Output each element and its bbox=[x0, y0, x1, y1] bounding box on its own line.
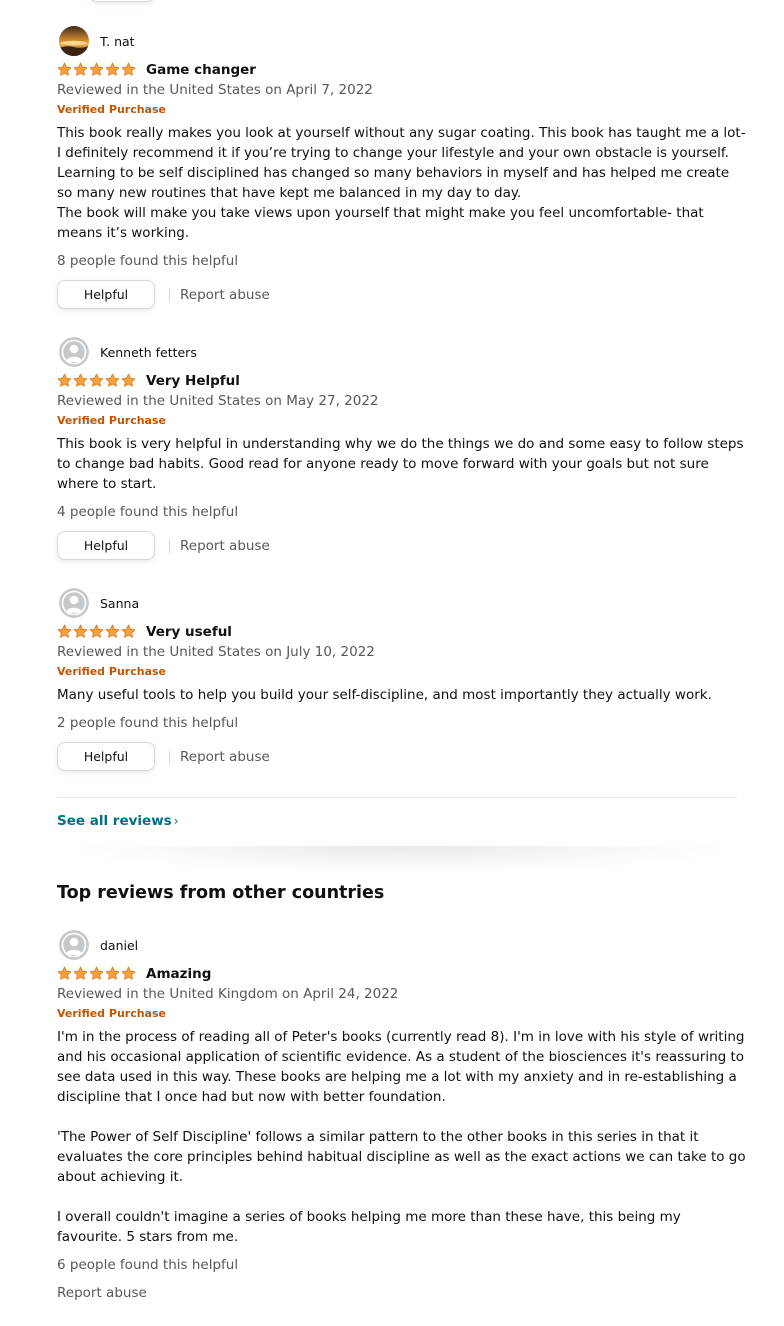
review-date: Reviewed in the United Kingdom on April … bbox=[57, 986, 399, 1002]
other-countries-heading: Top reviews from other countries bbox=[57, 883, 385, 903]
review-card: Sanna Very useful Reviewed in the United… bbox=[57, 586, 747, 772]
section-separator-shadow bbox=[80, 846, 720, 872]
review-card: Kenneth fetters Very Helpful Reviewed in… bbox=[57, 335, 747, 561]
default-avatar-icon bbox=[59, 337, 89, 367]
star-icon bbox=[105, 62, 120, 76]
star-icon bbox=[57, 373, 72, 387]
star-icon bbox=[57, 62, 72, 76]
default-avatar-icon bbox=[59, 588, 89, 618]
star-icon bbox=[89, 624, 104, 638]
helpful-count: 4 people found this helpful bbox=[57, 504, 239, 520]
star-icon bbox=[89, 62, 104, 76]
report-abuse-link[interactable]: Report abuse bbox=[180, 538, 270, 554]
action-divider bbox=[169, 538, 170, 553]
star-icon bbox=[57, 624, 72, 638]
helpful-count: 8 people found this helpful bbox=[57, 253, 239, 269]
review-body: Many useful tools to help you build your… bbox=[57, 687, 712, 703]
helpful-button[interactable]: Helpful bbox=[57, 531, 155, 560]
review-title[interactable]: Amazing bbox=[146, 966, 211, 982]
report-abuse-link[interactable]: Report abuse bbox=[180, 749, 270, 765]
reviewer-profile[interactable]: T. nat bbox=[57, 24, 747, 58]
helpful-button[interactable]: Helpful bbox=[57, 280, 155, 309]
reviewer-name: Sanna bbox=[100, 595, 140, 611]
review-card: daniel Amazing Reviewed in the United Ki… bbox=[57, 928, 747, 1303]
reviewer-profile[interactable]: Sanna bbox=[57, 586, 747, 620]
review-body: This book really makes you look at yours… bbox=[57, 125, 746, 241]
review-date: Reviewed in the United States on May 27,… bbox=[57, 393, 379, 409]
see-all-reviews-label: See all reviews bbox=[57, 813, 172, 829]
star-icon bbox=[121, 62, 136, 76]
review-date: Reviewed in the United States on July 10… bbox=[57, 644, 375, 660]
star-icon bbox=[105, 624, 120, 638]
review-title[interactable]: Game changer bbox=[146, 62, 256, 78]
review-card: T. nat Game changer Reviewed in the Unit… bbox=[57, 24, 747, 310]
default-avatar-icon bbox=[59, 930, 89, 960]
star-rating[interactable] bbox=[57, 966, 138, 982]
star-icon bbox=[105, 966, 120, 980]
previous-helpful-button[interactable] bbox=[89, 0, 155, 2]
star-icon bbox=[89, 373, 104, 387]
star-icon bbox=[121, 624, 136, 638]
reviewer-photo-avatar bbox=[59, 26, 89, 56]
helpful-count: 6 people found this helpful bbox=[57, 1257, 239, 1273]
reviewer-name: Kenneth fetters bbox=[100, 344, 197, 360]
action-divider bbox=[169, 287, 170, 302]
star-icon bbox=[57, 966, 72, 980]
report-abuse-link[interactable]: Report abuse bbox=[57, 1283, 747, 1303]
star-rating[interactable] bbox=[57, 373, 138, 389]
see-all-reviews-link[interactable]: See all reviews › bbox=[57, 811, 179, 831]
star-icon bbox=[73, 624, 88, 638]
star-icon bbox=[73, 373, 88, 387]
verified-purchase-badge[interactable]: Verified Purchase bbox=[57, 100, 747, 120]
review-body: This book is very helpful in understandi… bbox=[57, 436, 744, 492]
reviewer-name: T. nat bbox=[100, 33, 135, 49]
star-rating[interactable] bbox=[57, 624, 138, 640]
star-icon bbox=[73, 62, 88, 76]
star-icon bbox=[121, 966, 136, 980]
helpful-count: 2 people found this helpful bbox=[57, 715, 239, 731]
helpful-button[interactable]: Helpful bbox=[57, 742, 155, 771]
reviewer-name: daniel bbox=[100, 937, 139, 953]
verified-purchase-badge[interactable]: Verified Purchase bbox=[57, 1004, 747, 1024]
star-rating[interactable] bbox=[57, 62, 138, 78]
review-title[interactable]: Very Helpful bbox=[146, 373, 240, 389]
action-divider bbox=[169, 749, 170, 764]
review-date: Reviewed in the United States on April 7… bbox=[57, 82, 373, 98]
star-icon bbox=[121, 373, 136, 387]
review-body: I'm in the process of reading all of Pet… bbox=[57, 1029, 746, 1245]
report-abuse-link[interactable]: Report abuse bbox=[180, 287, 270, 303]
star-icon bbox=[105, 373, 120, 387]
reviewer-profile[interactable]: daniel bbox=[57, 928, 747, 962]
reviewer-profile[interactable]: Kenneth fetters bbox=[57, 335, 747, 369]
star-icon bbox=[89, 966, 104, 980]
section-divider bbox=[57, 797, 737, 798]
star-icon bbox=[73, 966, 88, 980]
verified-purchase-badge[interactable]: Verified Purchase bbox=[57, 411, 747, 431]
chevron-right-icon: › bbox=[173, 814, 179, 828]
review-title[interactable]: Very useful bbox=[146, 624, 232, 640]
verified-purchase-badge[interactable]: Verified Purchase bbox=[57, 662, 747, 682]
